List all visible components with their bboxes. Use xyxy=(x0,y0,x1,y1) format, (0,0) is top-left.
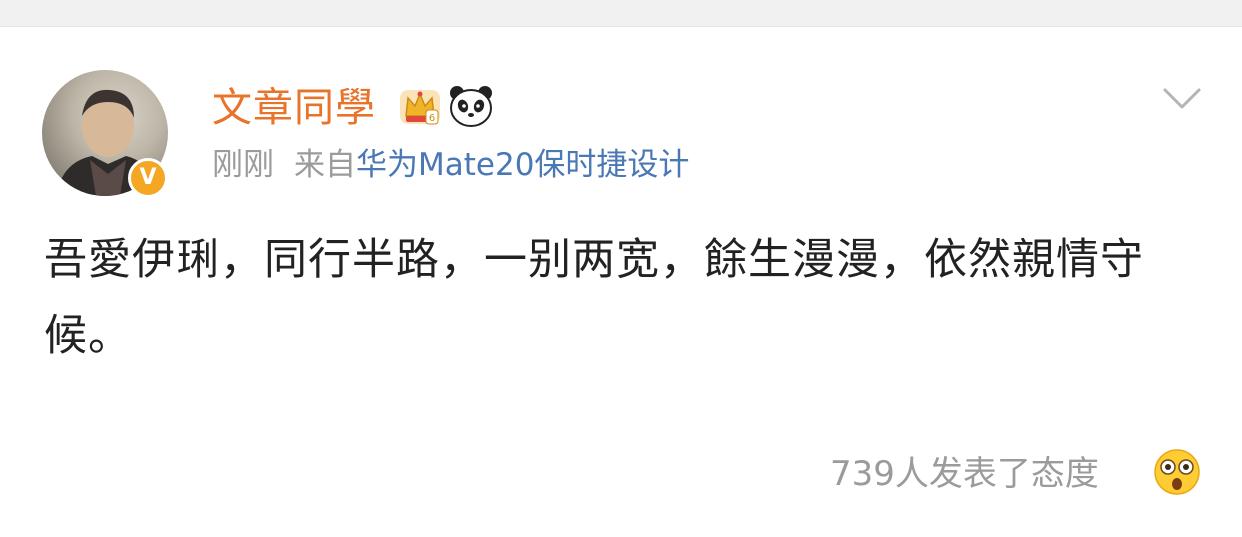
post-body: 吾愛伊琍，同行半路，一别两宽，餘生漫漫，依然親情守候。 xyxy=(44,235,1144,361)
post-meta: 刚刚 来自华为Mate20保时捷设计 xyxy=(212,143,689,187)
author-name[interactable]: 文章同學 xyxy=(212,80,376,136)
top-divider xyxy=(0,0,1242,27)
weibo-post: V 文章同學 6 刚刚 来自华为Mate20保时捷设计 吾愛伊琍，同行半路，一别两… xyxy=(0,0,1242,537)
verified-badge-icon: V xyxy=(128,158,168,198)
svg-text:6: 6 xyxy=(429,113,435,124)
panda-icon[interactable] xyxy=(448,84,494,128)
source-prefix: 来自 xyxy=(294,147,356,183)
post-time: 刚刚 xyxy=(212,147,274,183)
chevron-down-icon[interactable] xyxy=(1162,86,1202,112)
surprised-emoji-icon[interactable] xyxy=(1153,448,1201,496)
source-link[interactable]: 华为Mate20保时捷设计 xyxy=(356,147,689,183)
reaction-count[interactable]: 739人发表了态度 xyxy=(830,450,1099,498)
crown-icon[interactable]: 6 xyxy=(398,86,442,128)
